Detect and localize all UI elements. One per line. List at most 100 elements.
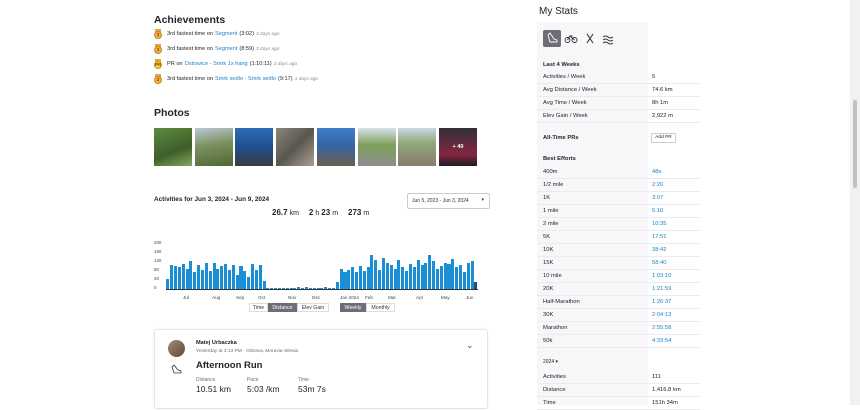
chart-bar xyxy=(281,288,285,289)
stats-row-value[interactable]: 1:03:10 xyxy=(652,273,671,279)
chart-elev-button[interactable]: Elev Gain xyxy=(297,303,329,312)
chart-distance-button[interactable]: Distance xyxy=(268,303,297,312)
chart-time-button[interactable]: Time xyxy=(249,303,268,312)
sport-ride-tab[interactable] xyxy=(563,30,579,47)
stats-row-label: 30K xyxy=(543,312,554,318)
achievement-time: (8:59) xyxy=(239,46,255,52)
chart-weekly-button[interactable]: Weekly xyxy=(340,303,366,312)
chart-bar xyxy=(343,272,347,289)
stats-row-label: Marathon xyxy=(543,325,568,331)
chart-bar xyxy=(328,288,332,289)
chart-bar xyxy=(189,261,193,289)
sport-ski-tab[interactable] xyxy=(582,30,598,47)
stats-row-label: 1/2 mile xyxy=(543,182,564,188)
activity-photo[interactable] xyxy=(398,128,436,166)
add-pr-button[interactable]: Add PR xyxy=(651,133,676,143)
stats-row-value[interactable]: 2:04:13 xyxy=(652,312,671,318)
summary-time-minutes: 23 xyxy=(321,208,331,217)
chart-bar xyxy=(208,271,212,289)
chart-monthly-button[interactable]: Monthly xyxy=(366,303,395,312)
year-select[interactable]: 2024 ▾ xyxy=(543,359,558,365)
chart-bar xyxy=(412,267,416,289)
activity-title[interactable]: Afternoon Run xyxy=(196,360,263,371)
last-4-weeks-title: Last 4 Weeks xyxy=(543,62,580,68)
stats-row-label: 20K xyxy=(543,286,554,292)
stats-row: 1/2 mile 2:20 xyxy=(537,179,700,192)
activity-photo-more[interactable]: + 40 xyxy=(439,128,477,166)
chart-bar xyxy=(474,281,478,289)
stats-row-value[interactable]: 1:26:37 xyxy=(652,299,671,305)
page-scrollbar[interactable] xyxy=(850,0,860,405)
scrollbar-thumb[interactable] xyxy=(853,100,857,188)
stats-row-label: Elev Gain / Week xyxy=(543,113,588,119)
segment-link[interactable]: Segment xyxy=(215,31,237,37)
stats-row-value[interactable]: 10:35 xyxy=(652,221,667,227)
summary-time-h-unit: h xyxy=(315,210,320,217)
stats-row-value[interactable]: 3:07 xyxy=(652,195,663,201)
activity-meta: Yesterday at 3:13 PM · Ostrava, Moravia-… xyxy=(196,349,299,354)
chart-bar xyxy=(432,261,436,289)
chart-bar xyxy=(420,265,424,289)
photos-title: Photos xyxy=(154,107,190,119)
chart-bar xyxy=(262,280,266,289)
stats-row-value[interactable]: 17:51 xyxy=(652,234,667,240)
segment-link[interactable]: Segment xyxy=(215,46,237,52)
chart-bar xyxy=(459,265,463,289)
bike-icon xyxy=(564,35,578,43)
sport-swim-tab[interactable] xyxy=(600,30,616,47)
chevron-down-icon[interactable]: ⌄ xyxy=(466,340,474,351)
chart-bar xyxy=(320,287,324,289)
stats-row-label: 400m xyxy=(543,169,558,175)
run-shoe-icon xyxy=(171,361,182,379)
stats-row-value[interactable]: 2:55:58 xyxy=(652,325,671,331)
stat-distance-value: 10.51 km xyxy=(196,384,231,394)
athlete-avatar[interactable] xyxy=(168,340,185,357)
stats-row-value[interactable]: 4:33:54 xyxy=(652,338,671,344)
chart-bar xyxy=(220,266,224,289)
activity-photo[interactable] xyxy=(235,128,273,166)
chart-x-tick: Apr xyxy=(416,295,424,300)
activity-photo[interactable] xyxy=(358,128,396,166)
chart-x-tick: Jul xyxy=(183,295,189,300)
chart-bar xyxy=(324,287,328,289)
summary-time-hours: 2 xyxy=(308,208,314,217)
stats-row-value[interactable]: 48s xyxy=(652,169,661,175)
stats-row: Activities / Week 5 xyxy=(537,71,700,84)
chart-bar xyxy=(424,262,428,289)
achievement-ago: 3 days ago xyxy=(294,76,319,82)
date-range-value: Jun 5, 2023 - Jun 3, 2024 xyxy=(412,198,469,204)
medal-label: PR xyxy=(154,61,162,69)
stats-row-value[interactable]: 58:40 xyxy=(652,260,667,266)
chart-x-tick: Oct xyxy=(258,295,266,300)
chart-bar xyxy=(224,263,228,289)
stats-row-value: 111 xyxy=(652,374,661,380)
segment-link[interactable]: Ostravice - Smrk 1x hang xyxy=(185,61,248,67)
summary-distance-value: 26.7 xyxy=(272,208,288,217)
stats-row-value[interactable]: 38:42 xyxy=(652,247,667,253)
chart-bar xyxy=(266,287,270,289)
activity-photo[interactable] xyxy=(195,128,233,166)
activities-summary: 26.7 km 2 h 23 m 273 m xyxy=(272,208,369,217)
chart-bar xyxy=(370,255,374,289)
achievement-item: PR PR on Ostravice - Smrk 1x hang (1:10:11)… xyxy=(154,59,297,69)
chart-bar xyxy=(166,279,170,289)
stats-row-value[interactable]: 2:20 xyxy=(652,182,663,188)
sport-run-tab[interactable] xyxy=(543,30,561,47)
stats-row-value[interactable]: 5:10 xyxy=(652,208,663,214)
achievement-prefix: 3rd fastest time on xyxy=(167,46,214,52)
chart-bar xyxy=(304,287,309,289)
athlete-name[interactable]: Matej Urbaczka xyxy=(196,340,237,346)
chart-x-tick: Nov xyxy=(288,295,297,300)
achievement-time: (1:10:11) xyxy=(249,61,272,67)
stats-row-value[interactable]: 1:21:59 xyxy=(652,286,671,292)
stats-row-label: 50k xyxy=(543,338,553,344)
chart-bar xyxy=(227,269,231,289)
summary-time-m-unit: m xyxy=(332,210,339,217)
chart-bar xyxy=(435,268,439,289)
activity-photo[interactable] xyxy=(317,128,355,166)
date-range-select[interactable]: Jun 5, 2023 - Jun 3, 2024 ▾ xyxy=(407,193,490,209)
stats-row: 10 mile 1:03:10 xyxy=(537,270,700,283)
activity-photo[interactable] xyxy=(276,128,314,166)
activity-photo[interactable] xyxy=(154,128,192,166)
segment-link[interactable]: Smrk sedlo - Smrk sedlo xyxy=(215,76,276,82)
